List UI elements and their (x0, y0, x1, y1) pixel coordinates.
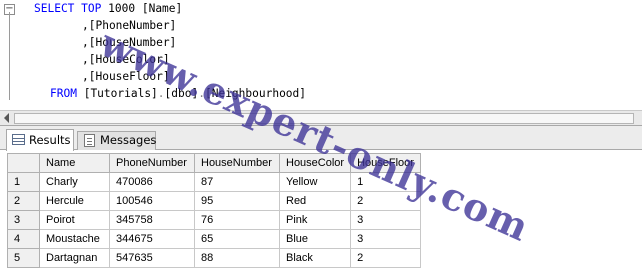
column-header-name[interactable]: Name (39, 153, 110, 173)
cell-name[interactable]: Poirot (39, 210, 110, 230)
cell-name[interactable]: Charly (39, 172, 110, 192)
top-keyword: TOP (81, 2, 102, 15)
code-line-5: ,[HouseFloor] (82, 68, 170, 85)
database-name: [Tutorials] (83, 87, 158, 100)
row-number[interactable]: 2 (7, 191, 40, 211)
cell-housecolor[interactable]: Black (278, 248, 352, 268)
column-header-phonenumber[interactable]: PhoneNumber (109, 153, 195, 173)
cell-housefloor[interactable]: 2 (350, 248, 422, 268)
results-grid-area: Name PhoneNumber HouseNumber HouseColor … (0, 151, 642, 269)
outline-guide (9, 12, 10, 100)
table-row[interactable]: 2 Hercule 100546 95 Red 2 (7, 191, 422, 211)
sql-editor[interactable]: − SELECT TOP 1000 [Name] ,[PhoneNumber] … (0, 0, 642, 112)
editor-horizontal-scrollbar[interactable] (0, 110, 642, 126)
cell-phonenumber[interactable]: 345758 (109, 210, 195, 230)
select-keyword: SELECT (34, 2, 75, 15)
table-name: [Neighbourhood] (204, 87, 307, 100)
row-number[interactable]: 4 (7, 229, 40, 249)
cell-housefloor[interactable]: 2 (350, 191, 422, 211)
code-line-4: ,[HouseColor] (82, 51, 170, 68)
row-header-corner[interactable] (7, 153, 40, 173)
table-row[interactable]: 4 Moustache 344675 65 Blue 3 (7, 229, 422, 249)
cell-phonenumber[interactable]: 470086 (109, 172, 195, 192)
row-number[interactable]: 3 (7, 210, 40, 230)
dot-separator: . (157, 87, 165, 100)
tab-results[interactable]: Results (6, 129, 74, 151)
cell-housecolor[interactable]: Yellow (278, 172, 352, 192)
cell-housefloor[interactable]: 1 (350, 172, 422, 192)
tab-results-label: Results (29, 133, 71, 147)
cell-housenumber[interactable]: 95 (194, 191, 280, 211)
table-row[interactable]: 3 Poirot 345758 76 Pink 3 (7, 210, 422, 230)
column-housefloor: ,[HouseFloor] (82, 70, 170, 83)
cell-housefloor[interactable]: 3 (350, 210, 422, 230)
scroll-left-arrow-icon[interactable] (4, 113, 9, 123)
cell-phonenumber[interactable]: 547635 (109, 248, 195, 268)
cell-housenumber[interactable]: 65 (194, 229, 280, 249)
table-row[interactable]: 5 Dartagnan 547635 88 Black 2 (7, 248, 422, 268)
cell-housenumber[interactable]: 87 (194, 172, 280, 192)
top-count: 1000 (108, 2, 136, 15)
cell-phonenumber[interactable]: 344675 (109, 229, 195, 249)
column-header-housecolor[interactable]: HouseColor (278, 153, 352, 173)
scrollbar-thumb[interactable] (14, 113, 634, 124)
cell-housefloor[interactable]: 3 (350, 229, 422, 249)
results-grid: Name PhoneNumber HouseNumber HouseColor … (7, 153, 422, 268)
code-line-3: ,[HouseNumber] (82, 34, 176, 51)
cell-housenumber[interactable]: 88 (194, 248, 280, 268)
messages-icon (84, 134, 95, 147)
dot-separator: . (198, 87, 205, 100)
cell-name[interactable]: Hercule (39, 191, 110, 211)
column-housecolor: ,[HouseColor] (82, 53, 170, 66)
from-keyword: FROM (50, 87, 77, 100)
column-header-housenumber[interactable]: HouseNumber (194, 153, 280, 173)
cell-housenumber[interactable]: 76 (194, 210, 280, 230)
column-phonenumber: ,[PhoneNumber] (82, 19, 177, 32)
tab-messages-label: Messages (100, 133, 157, 147)
cell-name[interactable]: Dartagnan (39, 248, 110, 268)
results-grid-icon (12, 134, 25, 145)
column-housenumber: ,[HouseNumber] (82, 36, 177, 49)
cell-phonenumber[interactable]: 100546 (109, 191, 195, 211)
code-line-2: ,[PhoneNumber] (82, 17, 176, 34)
results-tab-strip: Results Messages (0, 126, 642, 151)
row-number[interactable]: 5 (7, 248, 40, 268)
code-line-1: SELECT TOP 1000 [Name] (34, 0, 182, 17)
table-row[interactable]: 1 Charly 470086 87 Yellow 1 (7, 172, 422, 192)
code-line-6: FROM [Tutorials].[dbo].[Neighbourhood] (50, 85, 306, 102)
tab-messages[interactable]: Messages (77, 131, 156, 150)
cell-housecolor[interactable]: Red (278, 191, 352, 211)
schema-name: [dbo] (164, 87, 199, 100)
column-header-housefloor[interactable]: HouseFloor (350, 153, 422, 173)
cell-name[interactable]: Moustache (39, 229, 110, 249)
cell-housecolor[interactable]: Pink (278, 210, 352, 230)
column-name: [Name] (141, 2, 183, 15)
grid-header-row: Name PhoneNumber HouseNumber HouseColor … (7, 153, 422, 173)
cell-housecolor[interactable]: Blue (278, 229, 352, 249)
row-number[interactable]: 1 (7, 172, 40, 192)
